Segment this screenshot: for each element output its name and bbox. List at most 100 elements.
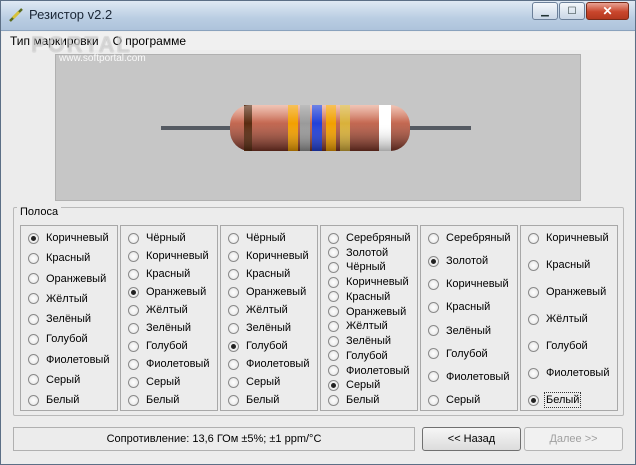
- band-option[interactable]: Зелёный: [428, 325, 491, 337]
- radio-button[interactable]: [428, 278, 439, 290]
- radio-button[interactable]: [328, 261, 339, 273]
- radio-button[interactable]: [428, 348, 439, 360]
- band-option[interactable]: Красный: [528, 259, 590, 271]
- radio-button[interactable]: [428, 255, 439, 267]
- minimize-button[interactable]: ▁: [532, 2, 558, 20]
- band-option[interactable]: Белый: [528, 392, 582, 408]
- band-option[interactable]: Красный: [28, 252, 90, 264]
- band-option[interactable]: Серебряный: [328, 232, 411, 244]
- band-option[interactable]: Зелёный: [28, 313, 91, 325]
- radio-button[interactable]: [28, 374, 39, 386]
- band-option[interactable]: Голубой: [528, 340, 588, 352]
- radio-button[interactable]: [328, 394, 339, 406]
- back-button[interactable]: << Назад: [422, 427, 521, 451]
- radio-button[interactable]: [328, 350, 339, 362]
- radio-button[interactable]: [528, 232, 539, 244]
- radio-button[interactable]: [128, 268, 139, 280]
- radio-button[interactable]: [28, 293, 39, 305]
- radio-button[interactable]: [128, 322, 139, 334]
- radio-button[interactable]: [528, 313, 539, 325]
- radio-button[interactable]: [228, 250, 239, 262]
- band-option[interactable]: Коричневый: [328, 276, 409, 288]
- radio-button[interactable]: [128, 340, 139, 352]
- radio-button[interactable]: [328, 247, 339, 259]
- radio-button[interactable]: [228, 232, 239, 244]
- radio-button[interactable]: [328, 291, 339, 303]
- radio-button[interactable]: [128, 358, 139, 370]
- band-option[interactable]: Зелёный: [228, 322, 291, 334]
- band-option[interactable]: Чёрный: [228, 232, 286, 244]
- band-option[interactable]: Фиолетовый: [428, 371, 509, 383]
- band-option[interactable]: Коричневый: [528, 232, 609, 244]
- band-option[interactable]: Серый: [228, 376, 280, 388]
- radio-button[interactable]: [328, 335, 339, 347]
- radio-button[interactable]: [228, 358, 239, 370]
- band-option[interactable]: Коричневый: [128, 250, 209, 262]
- band-option[interactable]: Красный: [428, 301, 490, 313]
- title-bar[interactable]: Резистор v2.2 ▁ ☐ ✕: [1, 1, 635, 31]
- radio-button[interactable]: [328, 365, 339, 377]
- band-option[interactable]: Зелёный: [128, 322, 191, 334]
- band-option[interactable]: Голубой: [228, 340, 288, 352]
- radio-button[interactable]: [228, 268, 239, 280]
- radio-button[interactable]: [128, 376, 139, 388]
- band-option[interactable]: Зелёный: [328, 335, 391, 347]
- radio-button[interactable]: [228, 340, 239, 352]
- radio-button[interactable]: [428, 394, 439, 406]
- radio-button[interactable]: [528, 394, 539, 406]
- band-option[interactable]: Красный: [328, 291, 390, 303]
- band-option[interactable]: Фиолетовый: [528, 367, 609, 379]
- band-option[interactable]: Голубой: [28, 333, 88, 345]
- band-option[interactable]: Жёлтый: [28, 293, 88, 305]
- radio-button[interactable]: [128, 304, 139, 316]
- band-option[interactable]: Золотой: [428, 255, 488, 267]
- radio-button[interactable]: [228, 322, 239, 334]
- radio-button[interactable]: [328, 232, 339, 244]
- radio-button[interactable]: [428, 371, 439, 383]
- radio-button[interactable]: [328, 320, 339, 332]
- band-option[interactable]: Оранжевый: [528, 286, 606, 298]
- radio-button[interactable]: [228, 286, 239, 298]
- radio-button[interactable]: [28, 333, 39, 345]
- band-option[interactable]: Оранжевый: [28, 273, 106, 285]
- band-option[interactable]: Фиолетовый: [28, 354, 109, 366]
- radio-button[interactable]: [28, 232, 39, 244]
- radio-button[interactable]: [528, 286, 539, 298]
- radio-button[interactable]: [128, 232, 139, 244]
- band-option[interactable]: Жёлтый: [228, 304, 288, 316]
- radio-button[interactable]: [328, 306, 339, 318]
- band-option[interactable]: Коричневый: [28, 232, 109, 244]
- band-option[interactable]: Оранжевый: [328, 306, 406, 318]
- radio-button[interactable]: [428, 325, 439, 337]
- radio-button[interactable]: [228, 376, 239, 388]
- band-option[interactable]: Красный: [228, 268, 290, 280]
- band-option[interactable]: Серебряный: [428, 232, 511, 244]
- radio-button[interactable]: [428, 301, 439, 313]
- maximize-button[interactable]: ☐: [559, 2, 585, 20]
- band-option[interactable]: Белый: [28, 394, 79, 406]
- band-option[interactable]: Красный: [128, 268, 190, 280]
- band-option[interactable]: Серый: [428, 394, 480, 406]
- band-option[interactable]: Голубой: [328, 350, 388, 362]
- band-option[interactable]: Жёлтый: [328, 320, 388, 332]
- radio-button[interactable]: [28, 313, 39, 325]
- band-option[interactable]: Серый: [28, 374, 80, 386]
- radio-button[interactable]: [28, 252, 39, 264]
- band-option[interactable]: Фиолетовый: [328, 365, 409, 377]
- band-option[interactable]: Коричневый: [228, 250, 309, 262]
- band-option[interactable]: Жёлтый: [528, 313, 588, 325]
- band-option[interactable]: Белый: [128, 394, 179, 406]
- radio-button[interactable]: [328, 379, 339, 391]
- radio-button[interactable]: [528, 340, 539, 352]
- band-option[interactable]: Белый: [328, 394, 379, 406]
- band-option[interactable]: Голубой: [428, 348, 488, 360]
- band-option[interactable]: Жёлтый: [128, 304, 188, 316]
- close-button[interactable]: ✕: [586, 2, 629, 20]
- radio-button[interactable]: [128, 286, 139, 298]
- radio-button[interactable]: [28, 273, 39, 284]
- radio-button[interactable]: [528, 259, 539, 271]
- band-option[interactable]: Чёрный: [128, 232, 186, 244]
- radio-button[interactable]: [328, 276, 339, 288]
- band-option[interactable]: Серый: [328, 379, 380, 391]
- band-option[interactable]: Золотой: [328, 247, 388, 259]
